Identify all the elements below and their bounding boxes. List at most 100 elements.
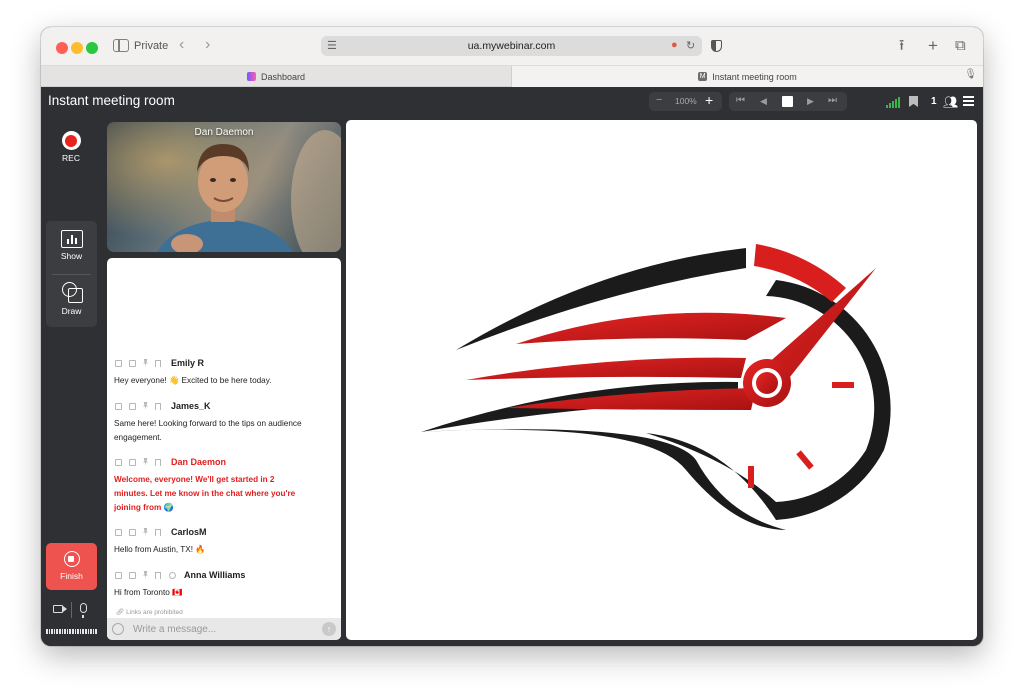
dashboard-tab-icon bbox=[246, 72, 256, 81]
speaker-video-image bbox=[107, 122, 341, 252]
record-label: REC bbox=[62, 153, 80, 163]
zoom-window-button[interactable] bbox=[86, 42, 98, 54]
participant-count: 1 bbox=[931, 96, 937, 107]
speedometer-logo bbox=[421, 244, 891, 530]
bookmark-message-icon[interactable] bbox=[155, 572, 161, 579]
tab-bar: Dashboard M Instant meeting room 🎙︎ bbox=[41, 66, 983, 87]
next-slide-icon[interactable]: ▶︎ bbox=[807, 96, 814, 107]
app-header: Instant meeting room − 100% + ⏮︎ ◀︎ ▶︎ ⏭… bbox=[41, 87, 983, 117]
minimize-window-button[interactable] bbox=[71, 42, 83, 54]
chat-input-bar: Write a message... ↑ bbox=[107, 618, 341, 640]
sidebar-icon[interactable] bbox=[113, 39, 129, 52]
delete-icon[interactable] bbox=[129, 459, 136, 466]
new-tab-icon[interactable]: + bbox=[928, 37, 938, 55]
tab-label: Instant meeting room bbox=[712, 71, 797, 82]
copy-icon[interactable] bbox=[115, 360, 122, 367]
emoji-icon[interactable] bbox=[112, 623, 124, 635]
pin-icon[interactable] bbox=[143, 571, 148, 579]
record-button[interactable]: REC bbox=[46, 131, 96, 163]
share-icon[interactable]: ⭱ bbox=[899, 37, 904, 55]
tabs-overview-icon[interactable]: ⧉ bbox=[955, 37, 966, 55]
message-text: Hi from Toronto 🇨🇦 bbox=[114, 588, 183, 597]
chat-message: Dan Daemon Welcome, everyone! We'll get … bbox=[114, 457, 336, 515]
links-note-text: Links are prohibited bbox=[126, 609, 183, 616]
zoom-out-icon[interactable]: − bbox=[656, 94, 662, 106]
delete-icon[interactable] bbox=[129, 403, 136, 410]
send-icon[interactable]: ↑ bbox=[322, 622, 336, 636]
show-button[interactable]: Show bbox=[46, 230, 97, 261]
links-note: 🔗︎ Links are prohibited bbox=[116, 609, 183, 616]
pin-icon[interactable] bbox=[143, 402, 148, 410]
pin-icon[interactable] bbox=[143, 359, 148, 367]
message-text: Welcome, everyone! We'll get started in … bbox=[114, 475, 296, 512]
bookmark-message-icon[interactable] bbox=[155, 360, 161, 367]
copy-icon[interactable] bbox=[115, 459, 122, 466]
bookmark-icon[interactable] bbox=[909, 96, 918, 107]
media-controls bbox=[46, 600, 97, 620]
finish-button[interactable]: Finish bbox=[46, 543, 97, 590]
speaker-video[interactable]: Dan Daemon bbox=[107, 122, 341, 252]
message-author: Anna Williams bbox=[184, 570, 246, 580]
pin-icon[interactable] bbox=[143, 458, 148, 466]
tab-meeting-room[interactable]: M Instant meeting room bbox=[511, 66, 983, 87]
delete-icon[interactable] bbox=[129, 572, 136, 579]
browser-titlebar: Private ‹ › ☰ ua.mywebinar.com ● ↻ ⭱ + ⧉ bbox=[41, 27, 983, 66]
zoom-level: 100% bbox=[675, 96, 697, 106]
finish-label: Finish bbox=[60, 571, 83, 581]
chat-panel: Emily R Hey everyone! 👋 Excited to be he… bbox=[107, 258, 341, 640]
side-panel: Dan Daemon Emily R Hey everyone! 👋 Excit… bbox=[101, 117, 344, 646]
bookmark-message-icon[interactable] bbox=[155, 403, 161, 410]
bookmark-message-icon[interactable] bbox=[155, 459, 161, 466]
draw-button[interactable]: Draw bbox=[46, 281, 97, 316]
tool-group: Show Draw bbox=[46, 221, 97, 327]
first-slide-icon[interactable]: ⏮︎ bbox=[736, 95, 745, 106]
pin-icon[interactable] bbox=[143, 528, 148, 536]
audio-level-meter bbox=[46, 629, 97, 634]
draw-label: Draw bbox=[61, 306, 82, 316]
room-title: Instant meeting room bbox=[48, 93, 175, 108]
zoom-control: − 100% + bbox=[649, 92, 722, 111]
close-window-button[interactable] bbox=[56, 42, 68, 54]
back-icon[interactable]: ‹ bbox=[179, 36, 184, 54]
copy-icon[interactable] bbox=[115, 572, 122, 579]
media-divider bbox=[71, 602, 72, 618]
chat-message: Anna Williams Hi from Toronto 🇨🇦 bbox=[114, 570, 336, 600]
reload-icon[interactable]: ↻ bbox=[686, 39, 695, 52]
mic-toggle-icon[interactable] bbox=[80, 603, 87, 618]
chat-message: CarlosM Hello from Austin, TX! 🔥 bbox=[114, 527, 336, 557]
bookmark-message-icon[interactable] bbox=[155, 529, 161, 536]
speaker-name: Dan Daemon bbox=[194, 127, 254, 138]
presentation-stage[interactable] bbox=[346, 120, 977, 640]
signal-icon bbox=[886, 97, 900, 108]
tab-dashboard[interactable]: Dashboard bbox=[41, 66, 511, 87]
people-icon[interactable]: 👥︎ bbox=[943, 95, 958, 109]
message-input[interactable]: Write a message... bbox=[133, 624, 216, 635]
copy-icon[interactable] bbox=[115, 403, 122, 410]
chat-message: James_K Same here! Looking forward to th… bbox=[114, 401, 336, 445]
menu-icon[interactable] bbox=[963, 96, 974, 106]
shield-icon[interactable] bbox=[711, 40, 722, 52]
delete-icon[interactable] bbox=[129, 529, 136, 536]
record-icon bbox=[61, 131, 81, 150]
address-bar[interactable]: ☰ ua.mywebinar.com ● ↻ bbox=[321, 36, 702, 56]
last-slide-icon[interactable]: ⏭︎ bbox=[828, 95, 837, 106]
draw-icon bbox=[61, 281, 83, 303]
zoom-in-icon[interactable]: + bbox=[705, 92, 713, 108]
stop-icon[interactable] bbox=[782, 96, 793, 107]
prev-slide-icon[interactable]: ◀︎ bbox=[760, 96, 767, 107]
private-mode-label: Private bbox=[134, 40, 169, 52]
message-author: CarlosM bbox=[171, 527, 207, 537]
delete-icon[interactable] bbox=[129, 360, 136, 367]
message-text: Same here! Looking forward to the tips o… bbox=[114, 419, 302, 442]
copy-icon[interactable] bbox=[115, 529, 122, 536]
browser-window: Private ‹ › ☰ ua.mywebinar.com ● ↻ ⭱ + ⧉… bbox=[41, 27, 983, 646]
message-author: Dan Daemon bbox=[171, 457, 227, 467]
tab-label: Dashboard bbox=[260, 71, 306, 82]
camera-icon[interactable] bbox=[53, 605, 67, 613]
microphone-icon[interactable]: ● bbox=[671, 39, 678, 51]
message-text: Hello from Austin, TX! 🔥 bbox=[114, 545, 206, 554]
show-label: Show bbox=[60, 251, 83, 261]
slide-controls: ⏮︎ ◀︎ ▶︎ ⏭︎ bbox=[729, 92, 847, 111]
message-text: Hey everyone! 👋 Excited to be here today… bbox=[114, 376, 272, 385]
forward-icon[interactable]: › bbox=[205, 36, 210, 54]
